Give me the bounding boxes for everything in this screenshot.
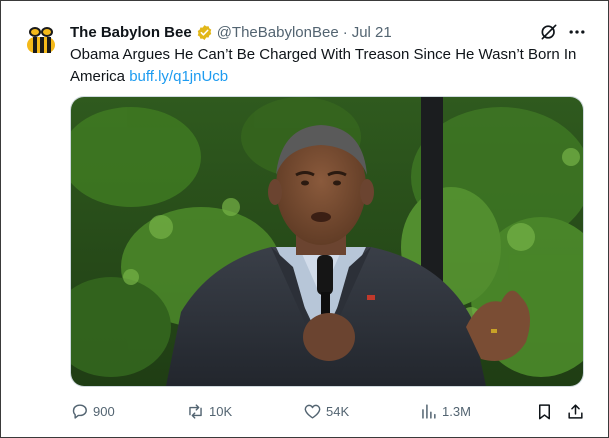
tweet-header: The Babylon Bee @TheBabylonBee · Jul 21 bbox=[70, 21, 392, 43]
reply-icon bbox=[72, 403, 87, 419]
repost-count: 10K bbox=[209, 403, 233, 419]
separator-dot: · bbox=[342, 23, 348, 41]
tweet-date[interactable]: Jul 21 bbox=[352, 24, 392, 41]
action-bar: 900 10K 54K 1.3M bbox=[70, 399, 590, 423]
reply-button[interactable]: 900 bbox=[70, 399, 115, 423]
share-icon bbox=[568, 403, 583, 419]
tweet-image[interactable] bbox=[70, 96, 584, 387]
more-icon[interactable] bbox=[567, 22, 587, 42]
repost-button[interactable]: 10K bbox=[186, 399, 232, 423]
display-name[interactable]: The Babylon Bee bbox=[70, 24, 192, 41]
handle[interactable]: @TheBabylonBee bbox=[217, 24, 339, 41]
tweet-text: Obama Argues He Can’t Be Charged With Tr… bbox=[70, 44, 590, 88]
grok-icon[interactable] bbox=[539, 22, 559, 42]
bookmark-button[interactable] bbox=[535, 399, 558, 423]
photo-speaker-with-microphone bbox=[71, 97, 583, 386]
views-count: 1.3M bbox=[442, 403, 471, 419]
tweet-card[interactable]: The Babylon Bee @TheBabylonBee · Jul 21 … bbox=[0, 0, 609, 438]
like-icon bbox=[304, 404, 321, 419]
bookmark-icon bbox=[538, 403, 551, 419]
share-button[interactable] bbox=[566, 399, 589, 423]
verified-badge-icon bbox=[196, 24, 213, 41]
like-count: 54K bbox=[326, 403, 350, 419]
views-button[interactable]: 1.3M bbox=[419, 399, 471, 423]
tweet-link[interactable]: buff.ly/q1jnUcb bbox=[129, 68, 228, 85]
babylon-bee-logo-icon bbox=[27, 27, 55, 53]
reply-count: 900 bbox=[93, 403, 115, 419]
repost-icon bbox=[189, 403, 202, 419]
views-icon bbox=[422, 403, 436, 419]
like-button[interactable]: 54K bbox=[303, 399, 349, 423]
avatar[interactable] bbox=[21, 23, 61, 63]
